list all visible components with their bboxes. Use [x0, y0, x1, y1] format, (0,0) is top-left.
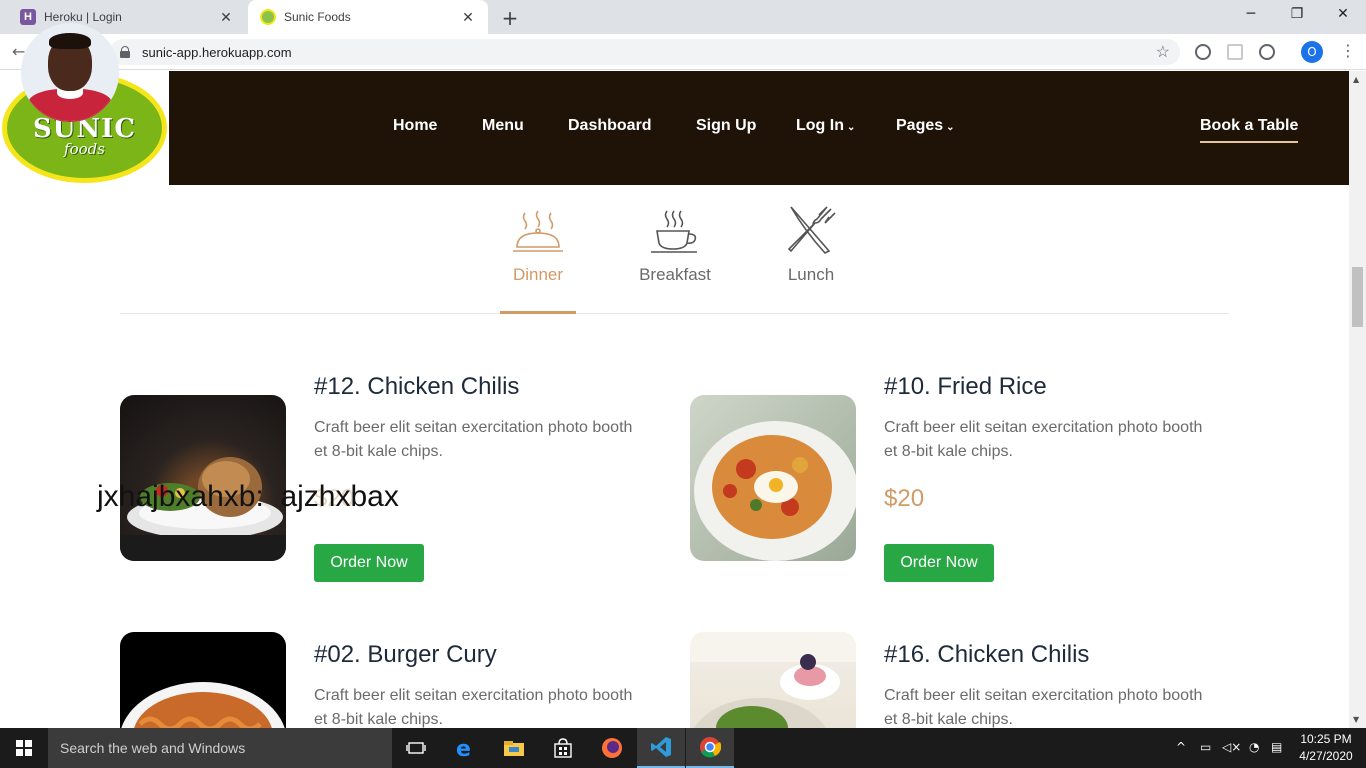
- item-title: #02. Burger Cury: [314, 641, 497, 668]
- window-close-icon[interactable]: ✕: [1333, 6, 1353, 22]
- address-toolbar: ← sunic-app.herokuapp.com ☆ O ⋮: [0, 34, 1366, 70]
- tab-title: Sunic Foods: [284, 10, 351, 24]
- close-icon[interactable]: ✕: [460, 9, 476, 26]
- site-header: SUNIC foods Home Menu Dashboard Sign Up …: [0, 71, 1349, 185]
- item-title: #12. Chicken Chilis: [314, 373, 520, 400]
- scrollbar-thumb[interactable]: [1352, 267, 1363, 327]
- chevron-down-icon: ⌄: [846, 122, 856, 133]
- chrome-icon[interactable]: [686, 728, 734, 768]
- food-image: [120, 632, 286, 728]
- scroll-down-icon[interactable]: ▼: [1353, 715, 1359, 724]
- tabs-divider: [120, 313, 1229, 314]
- tab-lunch-label: Lunch: [787, 265, 835, 284]
- book-table-link[interactable]: Book a Table: [1200, 117, 1299, 143]
- menu-kebab-icon[interactable]: ⋮: [1340, 41, 1356, 60]
- nav-dashboard[interactable]: Dashboard: [568, 117, 652, 135]
- battery-icon[interactable]: ▭: [1200, 740, 1211, 754]
- vscode-icon[interactable]: [637, 728, 685, 768]
- item-title: #16. Chicken Chilis: [884, 641, 1090, 668]
- tab-lunch[interactable]: Lunch: [763, 205, 859, 285]
- heroku-icon: H: [20, 9, 36, 25]
- extension-icon[interactable]: [1195, 44, 1211, 60]
- item-description: Craft beer elit seitan exercitation phot…: [884, 687, 1203, 728]
- tab-dinner-label: Dinner: [512, 265, 564, 284]
- nav-home[interactable]: Home: [393, 117, 437, 135]
- tab-dinner[interactable]: Dinner: [490, 205, 586, 285]
- item-description: Craft beer elit seitan exercitation phot…: [314, 419, 633, 460]
- taskbar-search-box[interactable]: Search the web and Windows: [48, 728, 392, 768]
- page-viewport: SUNIC foods Home Menu Dashboard Sign Up …: [0, 71, 1349, 728]
- page-scrollbar[interactable]: ▲ ▼: [1349, 71, 1366, 728]
- fork-knife-icon: [763, 205, 859, 255]
- system-clock[interactable]: 10:25 PM 4/27/2020: [1296, 731, 1356, 765]
- food-image: [690, 632, 856, 728]
- tab-breakfast-label: Breakfast: [639, 265, 711, 284]
- food-image: [690, 395, 856, 561]
- browser-tab-heroku[interactable]: H Heroku | Login ✕: [8, 0, 246, 34]
- windows-taskbar: Search the web and Windows e ^ ▭ ◁× ◔ ▤ …: [0, 728, 1366, 768]
- chevron-down-icon: ⌄: [946, 122, 955, 133]
- nav-sign-up[interactable]: Sign Up: [696, 117, 756, 135]
- wifi-icon[interactable]: ◔: [1249, 740, 1259, 754]
- order-now-button[interactable]: Order Now: [314, 544, 424, 582]
- restore-icon[interactable]: ❐: [1287, 6, 1307, 22]
- item-price: $20: [884, 485, 925, 512]
- windows-logo-icon: [16, 740, 32, 756]
- nav-pages[interactable]: Pages ⌄: [896, 117, 955, 135]
- lock-icon: [120, 46, 130, 58]
- user-avatar-bubble: [21, 23, 119, 121]
- task-view-icon[interactable]: [392, 728, 440, 768]
- item-description: Craft beer elit seitan exercitation phot…: [884, 419, 1203, 460]
- tab-title: Heroku | Login: [44, 10, 122, 24]
- active-tab-indicator: [500, 311, 576, 314]
- new-tab-button[interactable]: +: [498, 6, 522, 30]
- file-explorer-icon[interactable]: [490, 728, 538, 768]
- svg-text:e: e: [456, 737, 471, 759]
- edge-icon[interactable]: e: [441, 728, 489, 768]
- start-button[interactable]: [0, 728, 48, 768]
- nav-log-in-label: Log In: [796, 117, 844, 134]
- nav-log-in[interactable]: Log In ⌄: [796, 117, 855, 135]
- item-description: Craft beer elit seitan exercitation phot…: [314, 687, 633, 728]
- extension-icon[interactable]: [1227, 44, 1243, 60]
- overlay-caption: jxhajbxahxb: ajzhxbax: [97, 480, 399, 513]
- item-title: #10. Fried Rice: [884, 373, 1047, 400]
- order-now-button[interactable]: Order Now: [884, 544, 994, 582]
- minimize-icon[interactable]: ─: [1241, 6, 1261, 22]
- browser-tab-sunic[interactable]: Sunic Foods ✕: [248, 0, 488, 34]
- scroll-up-icon[interactable]: ▲: [1353, 75, 1359, 84]
- nav-menu[interactable]: Menu: [482, 117, 524, 135]
- nav-pages-label: Pages: [896, 117, 944, 134]
- bookmark-star-icon[interactable]: ☆: [1156, 42, 1170, 62]
- clock-time: 10:25 PM: [1300, 732, 1352, 746]
- logo-subtext: foods: [64, 139, 105, 158]
- profile-avatar[interactable]: O: [1301, 41, 1323, 63]
- volume-mute-icon[interactable]: ◁×: [1222, 740, 1241, 754]
- firefox-icon[interactable]: [588, 728, 636, 768]
- store-icon[interactable]: [539, 728, 587, 768]
- cloche-icon: [490, 205, 586, 255]
- avatar-hair: [49, 33, 91, 49]
- clock-date: 4/27/2020: [1299, 749, 1353, 763]
- extension-icon[interactable]: [1259, 44, 1275, 60]
- food-image: [120, 395, 286, 561]
- close-icon[interactable]: ✕: [218, 9, 234, 26]
- browser-tab-strip: H Heroku | Login ✕ Sunic Foods ✕ + ─ ❐ ✕: [0, 0, 1366, 34]
- url-text: sunic-app.herokuapp.com: [142, 44, 292, 60]
- url-bar[interactable]: sunic-app.herokuapp.com ☆: [110, 39, 1180, 65]
- notification-icon[interactable]: ▤: [1271, 740, 1282, 754]
- tab-breakfast[interactable]: Breakfast: [627, 205, 723, 285]
- sunic-icon: [260, 9, 276, 25]
- tray-chevron-up-icon[interactable]: ^: [1176, 740, 1186, 754]
- coffee-cup-icon: [627, 205, 723, 255]
